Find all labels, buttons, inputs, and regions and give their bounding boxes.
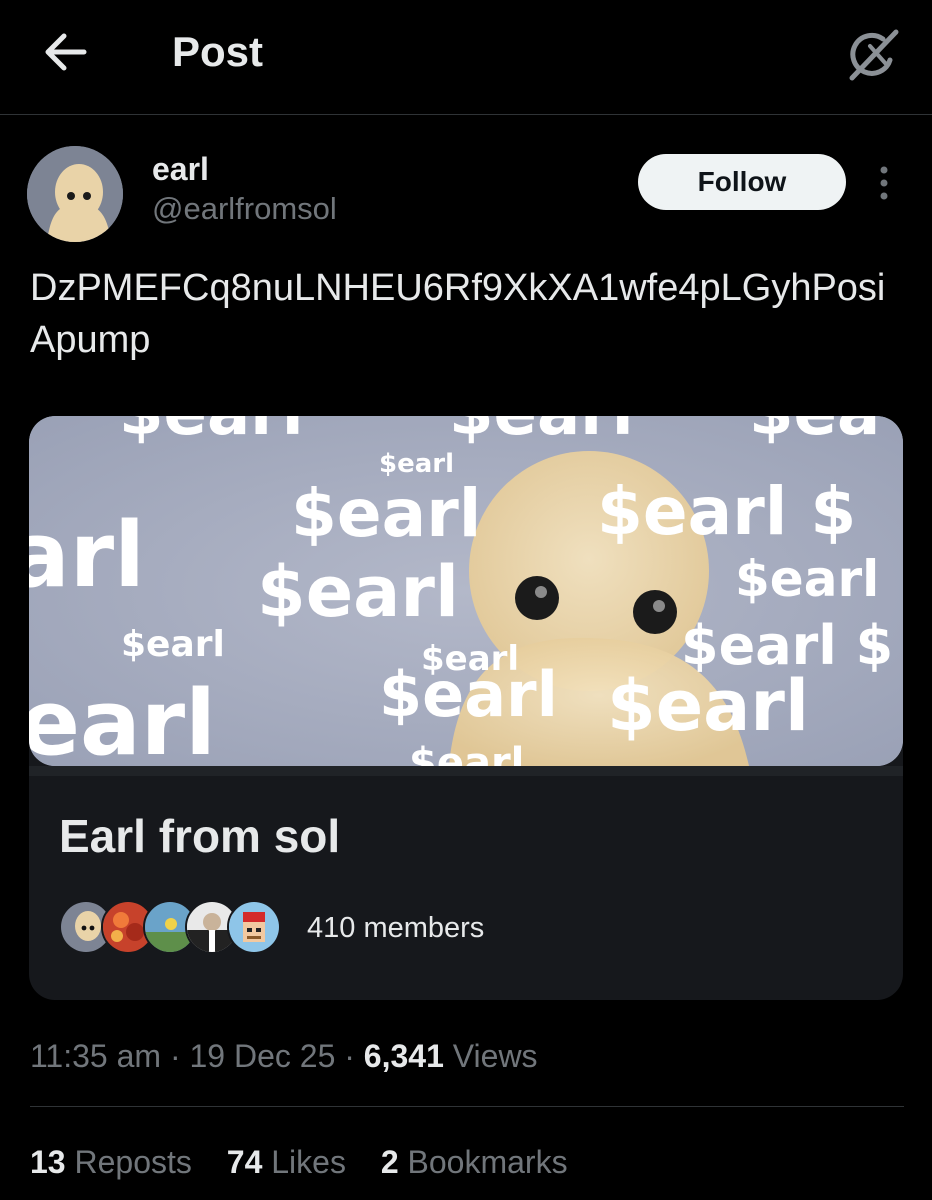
page-title: Post [172, 28, 264, 75]
more-vertical-icon [880, 166, 888, 200]
svg-text:$earl: $earl [735, 550, 879, 608]
author-handle[interactable]: @earlfromsol [152, 190, 337, 228]
post-metadata: 11:35 am · 19 Dec 25 · 6,341 Views [30, 1036, 538, 1076]
back-button[interactable] [38, 24, 94, 80]
grok-icon [849, 29, 899, 81]
member-count: 410 members [307, 912, 485, 944]
bookmarks-count: 2 [380, 1144, 399, 1180]
engagement-stats: 13 Reposts 74 Likes 2 Bookmarks [30, 1142, 594, 1182]
likes-count: 74 [226, 1144, 263, 1180]
grok-button[interactable] [840, 22, 906, 88]
community-title: Earl from sol [59, 810, 341, 862]
member-avatar [227, 900, 281, 954]
post-time[interactable]: 11:35 am [30, 1038, 161, 1074]
meta-divider [30, 1106, 904, 1107]
svg-text:$earl: $earl [121, 624, 225, 665]
post-date[interactable]: 19 Dec 25 [189, 1038, 335, 1074]
svg-text:$ea: $ea [749, 416, 880, 450]
meta-separator: · [344, 1038, 355, 1074]
avatar-earl [27, 146, 123, 242]
svg-text:$earl: $earl [119, 416, 304, 450]
views-label: Views [452, 1038, 538, 1074]
author-avatar[interactable] [27, 146, 123, 242]
reposts-count: 13 [30, 1144, 66, 1180]
bookmarks-label: Bookmarks [407, 1144, 568, 1180]
svg-text:$earl $: $earl $ [597, 473, 856, 550]
views-count: 6,341 [363, 1038, 444, 1074]
svg-text:$earl: $earl [379, 658, 558, 731]
reposts-label: Reposts [74, 1144, 192, 1180]
svg-text:arl: arl [29, 503, 145, 608]
community-banner-image: $earl $earl $ea $earl arl $earl $earl $ … [29, 416, 903, 766]
bookmarks-stat[interactable]: 2 Bookmarks [381, 1142, 568, 1182]
header-divider [0, 114, 932, 115]
svg-text:$earl: $earl [409, 740, 524, 766]
post-text: DzPMEFCq8nuLNHEU6Rf9XkXA1wfe4pLGyhPosiAp… [30, 267, 886, 361]
more-options-button[interactable] [866, 160, 902, 206]
arrow-left-icon [45, 33, 87, 71]
reposts-stat[interactable]: 13 Reposts [30, 1142, 192, 1182]
meta-separator: · [169, 1038, 181, 1074]
svg-text:$earl: $earl [449, 416, 634, 450]
likes-stat[interactable]: 74 Likes [227, 1142, 346, 1182]
svg-text:$earl: $earl [257, 551, 459, 633]
community-card[interactable]: $earl $earl $ea $earl arl $earl $earl $ … [29, 416, 903, 1000]
svg-text:$earl: $earl [607, 665, 809, 747]
card-divider [29, 766, 903, 776]
svg-text:earl: earl [29, 671, 216, 766]
author-display-name[interactable]: earl [152, 150, 209, 188]
top-bar: Post [0, 0, 932, 112]
likes-label: Likes [271, 1144, 346, 1180]
member-avatars [59, 900, 319, 954]
svg-text:$earl: $earl [291, 475, 481, 552]
follow-button[interactable]: Follow [638, 154, 846, 210]
